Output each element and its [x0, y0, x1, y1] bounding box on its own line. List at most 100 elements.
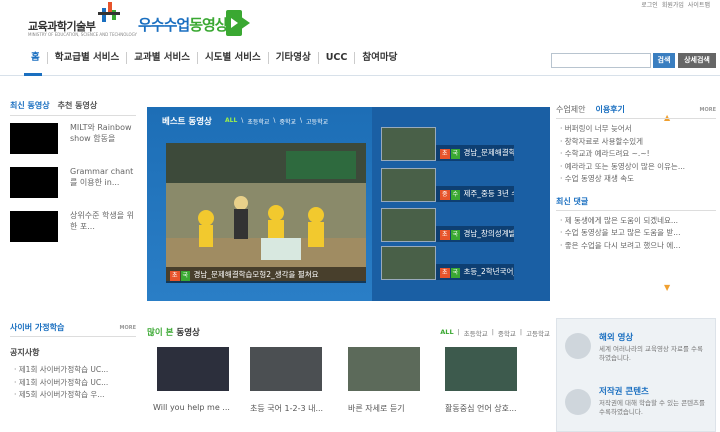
- cyber-title[interactable]: 사이버 가정학습: [10, 322, 64, 333]
- best-main-caption[interactable]: 초국 경남_문제해결학습모형2_생각을 펼쳐요: [166, 267, 366, 283]
- video-thumbnail[interactable]: [10, 167, 58, 198]
- scroll-down-icon[interactable]: ▼: [664, 283, 670, 292]
- level-badge: 초: [440, 149, 450, 159]
- copyright-title[interactable]: 저작권 콘텐츠: [599, 385, 649, 397]
- toplink-join[interactable]: 회원가입: [662, 0, 684, 9]
- best-main-video[interactable]: [166, 143, 366, 281]
- video-title[interactable]: MILT와 Rainbow show 함동을: [70, 122, 136, 158]
- best-item-label[interactable]: 초국 경남_창의성계발학: [436, 226, 514, 242]
- video-title[interactable]: 상위수준 학생을 위한 포...: [70, 210, 136, 246]
- filter-middle[interactable]: 중학교: [279, 117, 296, 126]
- service-box: 해외 영상 세계 여러나라의 교육영상 자료를 수록 하였습니다. 저작권 콘텐…: [556, 318, 716, 432]
- best-item-label[interactable]: 중수 제주_중등 3년 수학: [436, 186, 514, 202]
- best-item-title: 제주_중등 3년 수학: [463, 189, 514, 198]
- search-button[interactable]: 검색: [653, 53, 675, 68]
- nav-school-level[interactable]: 학교급별 서비스: [46, 52, 127, 64]
- right-panel: 수업제안 이용후기 MORE · 버퍼링이 너무 늦어서 · 창학자료로 사용할…: [556, 104, 716, 252]
- video-title[interactable]: 활동중심 언어 상호...: [445, 403, 517, 414]
- comments-title: 최신 댓글: [556, 196, 716, 211]
- advanced-search-button[interactable]: 상세검색: [678, 53, 716, 68]
- list-item[interactable]: 상위수준 학생을 위한 포...: [10, 210, 136, 248]
- lock-icon[interactable]: [565, 389, 591, 415]
- list-item[interactable]: · 버퍼링이 너무 늦어서: [556, 123, 716, 136]
- best-video-list: ▲ 초국 경남_문제해결학습 중수 제주_중등 3년 수학 초국 경남_창의성계…: [372, 107, 670, 301]
- search-input[interactable]: [551, 53, 651, 68]
- filter-high[interactable]: 고등학교: [306, 117, 328, 126]
- nav-other-videos[interactable]: 기타영상: [267, 52, 318, 64]
- level-badge: 초: [440, 268, 450, 278]
- globe-icon[interactable]: [565, 333, 591, 359]
- top-header: 교육과학기술부 MINISTRY OF EDUCATION, SCIENCE A…: [0, 0, 720, 42]
- list-item[interactable]: · 제1회 사이버가정학습 UC...: [10, 377, 136, 390]
- list-item[interactable]: · 수학교과 예라드려요 ~.~!: [556, 148, 716, 161]
- level-badge: 중: [440, 190, 450, 200]
- subject-badge: 국: [450, 149, 461, 159]
- list-item[interactable]: · 수업 동영상 재생 속도: [556, 173, 716, 186]
- video-thumbnail[interactable]: [381, 127, 436, 161]
- video-title[interactable]: 바른 자세로 듣기: [348, 403, 405, 414]
- video-title[interactable]: 초등 국어 1-2-3 내...: [250, 403, 323, 414]
- best-item-label[interactable]: 초국 경남_문제해결학습: [436, 145, 514, 161]
- filter-middle[interactable]: 중학교: [498, 328, 516, 338]
- filter-all[interactable]: ALL: [440, 328, 453, 338]
- ministry-logo-icon: [98, 2, 120, 24]
- ministry-subtitle: MINISTRY OF EDUCATION, SCIENCE AND TECHN…: [28, 32, 137, 37]
- best-main-title: 경남_문제해결학습모형2_생각을 펼쳐요: [193, 270, 319, 279]
- filter-elementary[interactable]: 초등학교: [464, 328, 488, 338]
- video-title[interactable]: Grammar chant를 이용한 in...: [70, 166, 136, 202]
- list-item[interactable]: · 제1회 사이버가정학습 UC...: [10, 364, 136, 377]
- site-logo[interactable]: 우수수업동영상: [138, 14, 229, 35]
- list-item[interactable]: · 수업 동영상을 보고 많은 도움을 받...: [556, 227, 716, 240]
- best-item-title: 경남_창의성계발학: [463, 229, 514, 238]
- list-item[interactable]: · 예라라고 또는 동영상이 많은 이유는...: [556, 161, 716, 174]
- best-item-label[interactable]: 초국 초등_2학년국어_의: [436, 264, 514, 280]
- latest-videos-panel: 최신 동영상 추천 동영상 MILT와 Rainbow show 함동을 Gra…: [10, 100, 136, 248]
- more-link[interactable]: MORE: [700, 107, 717, 113]
- tab-latest-videos[interactable]: 최신 동영상: [10, 100, 50, 111]
- nav-home[interactable]: 홈: [24, 52, 47, 64]
- more-link[interactable]: MORE: [120, 325, 137, 331]
- nav-participation[interactable]: 참여마당: [354, 52, 404, 64]
- toplink-sitemap[interactable]: 사이트맵: [688, 0, 710, 9]
- nav-active-indicator: [24, 73, 42, 76]
- list-item[interactable]: Grammar chant를 이용한 in...: [10, 166, 136, 204]
- filter-high[interactable]: 고등학교: [526, 328, 550, 338]
- video-thumbnail[interactable]: [10, 123, 58, 154]
- site-name-part2: 동영상: [189, 16, 228, 34]
- list-item[interactable]: · 좋은 수업을 다시 보려고 했으나 에...: [556, 240, 716, 253]
- nav-region[interactable]: 시도별 서비스: [197, 52, 268, 64]
- tab-suggestions[interactable]: 수업제안: [556, 104, 585, 115]
- play-logo-icon: [226, 10, 250, 36]
- review-list: · 버퍼링이 너무 늦어서 · 창학자료로 사용할수있게 · 수학교과 예라드려…: [556, 123, 716, 186]
- nav-ucc[interactable]: UCC: [317, 52, 355, 64]
- video-thumbnail[interactable]: [348, 347, 420, 391]
- overseas-video-title[interactable]: 해외 영상: [599, 331, 633, 343]
- tab-reviews[interactable]: 이용후기: [595, 104, 624, 115]
- popular-filters: ALL | 초등학교 | 중학교 | 고등학교: [440, 328, 550, 338]
- subject-badge: 국: [450, 268, 461, 278]
- video-thumbnail[interactable]: [10, 211, 58, 242]
- filter-all[interactable]: ALL: [225, 117, 237, 126]
- subject-badge: 수: [450, 190, 461, 200]
- site-name-part1: 우수수업: [138, 16, 190, 34]
- toplink-login[interactable]: 로그인: [641, 0, 658, 9]
- video-thumbnail[interactable]: [381, 208, 436, 242]
- list-item[interactable]: · 창학자료로 사용할수있게: [556, 136, 716, 149]
- list-item[interactable]: MILT와 Rainbow show 함동을: [10, 122, 136, 160]
- filter-elementary[interactable]: 초등학교: [247, 117, 269, 126]
- list-item[interactable]: · 제5회 사이버가정학습 우...: [10, 389, 136, 402]
- video-thumbnail[interactable]: [157, 347, 229, 391]
- nav-subject[interactable]: 교과별 서비스: [126, 52, 197, 64]
- notice-list: · 제1회 사이버가정학습 UC... · 제1회 사이버가정학습 UC... …: [10, 364, 136, 402]
- video-title[interactable]: Will you help me ...: [153, 403, 230, 412]
- best-filters: ALL \ 초등학교 \ 중학교 \ 고등학교: [225, 117, 329, 126]
- level-badge: 초: [440, 230, 450, 240]
- video-thumbnail[interactable]: [381, 246, 436, 280]
- video-thumbnail[interactable]: [250, 347, 322, 391]
- video-thumbnail[interactable]: [381, 168, 436, 202]
- comment-list: · 제 동생에게 많은 도움이 되겠네요... · 수업 동영상을 보고 많은 …: [556, 215, 716, 253]
- list-item[interactable]: · 제 동생에게 많은 도움이 되겠네요...: [556, 215, 716, 228]
- video-thumbnail[interactable]: [445, 347, 517, 391]
- best-videos-title: 베스트 동영상: [162, 117, 212, 127]
- tab-recommended-videos[interactable]: 추천 동영상: [58, 100, 98, 111]
